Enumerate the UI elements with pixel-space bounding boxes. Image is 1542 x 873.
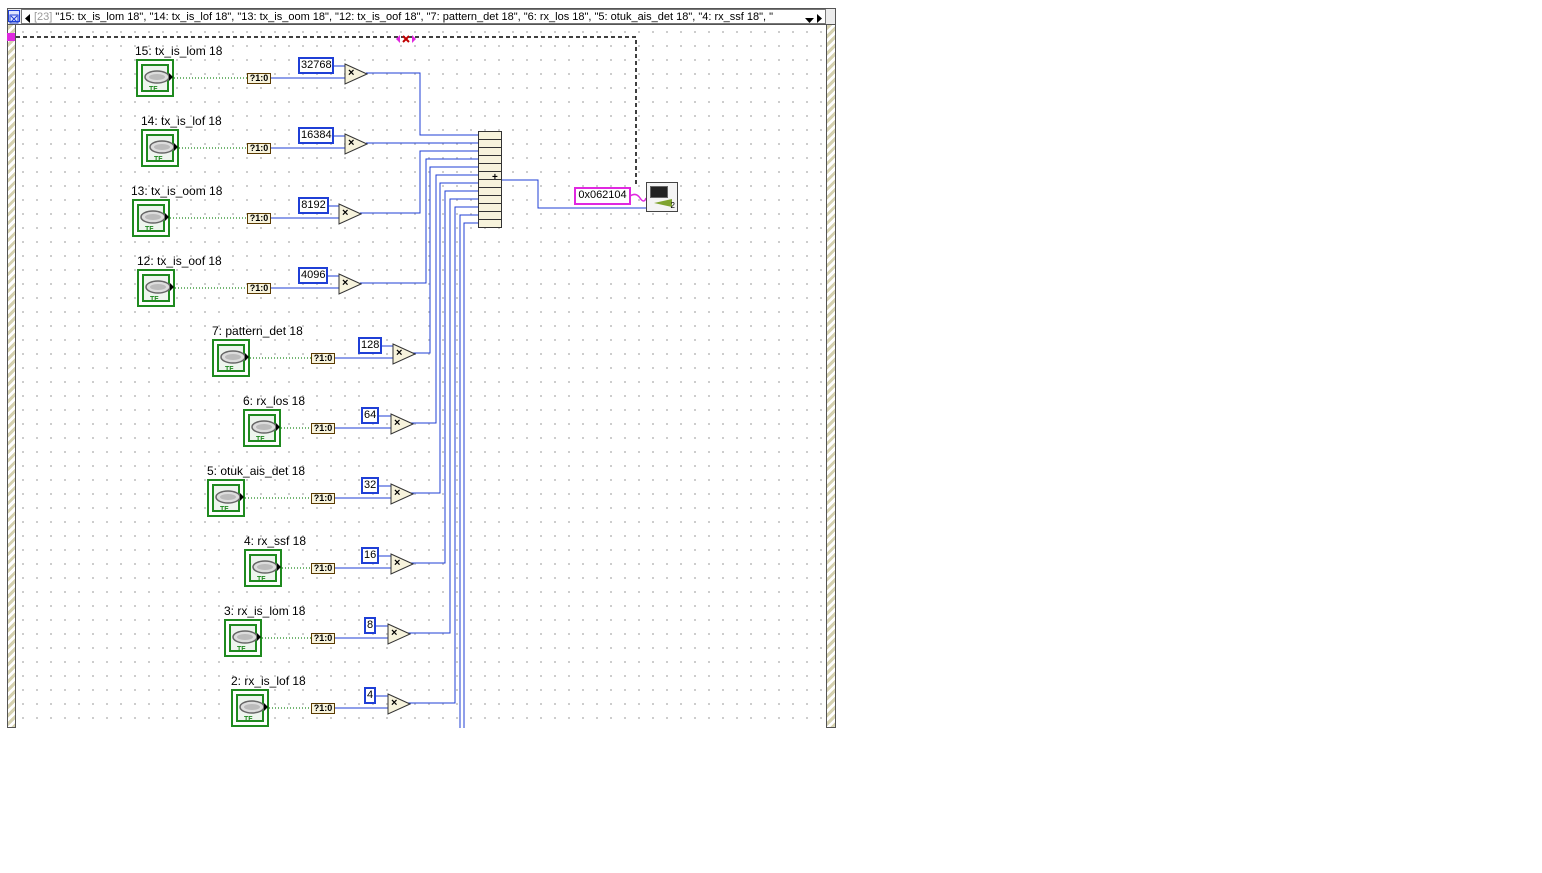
boolean-terminal-icon[interactable]: TF: [132, 199, 170, 237]
weight-constant[interactable]: 32768: [298, 57, 334, 74]
multiply-symbol: ×: [342, 207, 349, 219]
subvi-icon[interactable]: 2: [646, 182, 678, 212]
multiply-symbol: ×: [391, 697, 398, 709]
error-tunnel-marker-icon[interactable]: [396, 31, 416, 43]
multiply-icon[interactable]: ×: [390, 413, 415, 440]
bool-to-int-icon[interactable]: ?1:0: [311, 493, 335, 504]
tf-label: TF: [257, 576, 266, 583]
weight-constant[interactable]: 8192: [298, 197, 329, 214]
tf-label: TF: [225, 366, 234, 373]
boolean-terminal-icon[interactable]: TF: [137, 269, 175, 307]
multiply-icon[interactable]: ×: [344, 63, 369, 90]
terminal-label: 5: otuk_ais_det 18: [207, 464, 306, 478]
multiply-icon[interactable]: ×: [338, 203, 363, 230]
multiply-icon[interactable]: ×: [338, 273, 363, 300]
terminal-label: 2: rx_is_lof 18: [231, 674, 306, 688]
weight-constant[interactable]: 16384: [298, 127, 334, 144]
multiply-symbol: ×: [348, 67, 355, 79]
boolean-terminal-icon[interactable]: TF: [212, 339, 250, 377]
bool-to-int-icon[interactable]: ?1:0: [311, 353, 335, 364]
tf-label: TF: [149, 86, 158, 93]
multiply-symbol: ×: [391, 627, 398, 639]
wire-layer: [7, 33, 647, 728]
multiply-symbol: ×: [396, 347, 403, 359]
multiply-icon[interactable]: ×: [387, 693, 412, 720]
weight-constant[interactable]: 8: [364, 617, 376, 634]
sum-wire-9: [408, 206, 478, 704]
weight-constant[interactable]: 64: [361, 407, 379, 424]
error-tunnel: [7, 33, 15, 41]
bool-to-int-icon[interactable]: ?1:0: [247, 283, 271, 294]
block-diagram: [23] "15: tx_is_lom 18", "14: tx_is_lof …: [0, 0, 840, 728]
terminal-label: 7: pattern_det 18: [212, 324, 303, 338]
boolean-terminal-icon[interactable]: TF: [224, 619, 262, 657]
boolean-terminal-icon[interactable]: TF: [243, 409, 281, 447]
boolean-terminal-icon[interactable]: TF: [141, 129, 179, 167]
address-constant[interactable]: 0x062104: [574, 187, 631, 205]
tf-label: TF: [150, 296, 159, 303]
tf-label: TF: [145, 226, 154, 233]
boolean-terminal-icon[interactable]: TF: [136, 59, 174, 97]
sum-wire-0: [366, 72, 478, 136]
multiply-symbol: ×: [348, 137, 355, 149]
tf-label: TF: [237, 646, 246, 653]
sum-wire-2: [360, 150, 478, 214]
weight-constant[interactable]: 4: [364, 687, 376, 704]
weight-constant[interactable]: 16: [361, 547, 379, 564]
sum-wire-10: [459, 214, 478, 728]
multiply-symbol: ×: [394, 557, 401, 569]
tf-label: TF: [256, 436, 265, 443]
multiply-symbol: ×: [394, 417, 401, 429]
multiply-symbol: ×: [342, 277, 349, 289]
multiply-symbol: ×: [394, 487, 401, 499]
boolean-terminal-icon[interactable]: TF: [244, 549, 282, 587]
bool-to-int-icon[interactable]: ?1:0: [247, 143, 271, 154]
tf-label: TF: [154, 156, 163, 163]
bool-to-int-icon[interactable]: ?1:0: [247, 73, 271, 84]
multiply-icon[interactable]: ×: [392, 343, 417, 370]
bool-to-int-icon[interactable]: ?1:0: [311, 633, 335, 644]
weight-constant[interactable]: 32: [361, 477, 379, 494]
bool-to-int-icon[interactable]: ?1:0: [311, 423, 335, 434]
terminal-label: 15: tx_is_lom 18: [135, 44, 223, 58]
subvi-terminal-number: 2: [670, 201, 675, 210]
multiply-icon[interactable]: ×: [390, 483, 415, 510]
sum-wire-8: [408, 198, 478, 634]
tf-label: TF: [220, 506, 229, 513]
multiply-icon[interactable]: ×: [344, 133, 369, 160]
multiply-icon[interactable]: ×: [390, 553, 415, 580]
bool-to-int-icon[interactable]: ?1:0: [247, 213, 271, 224]
terminal-label: 4: rx_ssf 18: [244, 534, 307, 548]
add-symbol: +: [492, 172, 498, 183]
boolean-terminal-icon[interactable]: TF: [207, 479, 245, 517]
boolean-terminal-icon[interactable]: TF: [231, 689, 269, 727]
sum-wire-11: [463, 222, 478, 728]
address-wire: [629, 193, 647, 202]
weight-constant[interactable]: 128: [358, 337, 382, 354]
terminal-label: 3: rx_is_lom 18: [224, 604, 306, 618]
weight-constant[interactable]: 4096: [298, 267, 328, 284]
terminal-label: 14: tx_is_lof 18: [141, 114, 222, 128]
terminal-label: 12: tx_is_oof 18: [137, 254, 222, 268]
bool-to-int-icon[interactable]: ?1:0: [311, 703, 335, 714]
terminal-label: 6: rx_los 18: [243, 394, 306, 408]
sum-wire-7: [411, 190, 478, 564]
terminal-label: 13: tx_is_oom 18: [131, 184, 223, 198]
multiply-icon[interactable]: ×: [387, 623, 412, 650]
tf-label: TF: [244, 716, 253, 723]
compound-add-icon[interactable]: +: [478, 131, 502, 228]
bool-to-int-icon[interactable]: ?1:0: [311, 563, 335, 574]
